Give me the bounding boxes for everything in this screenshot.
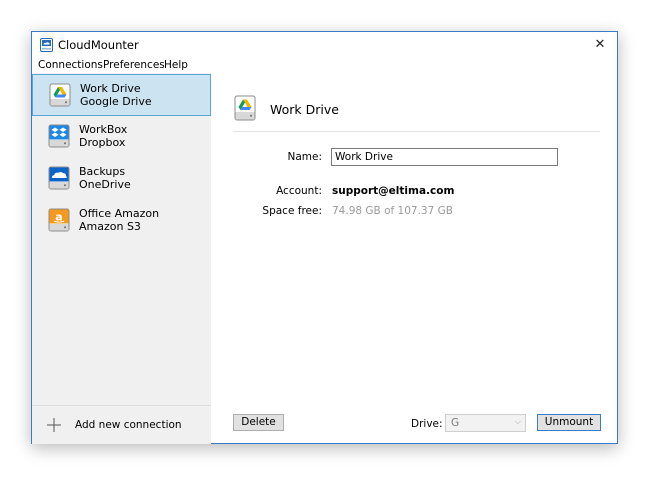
header-divider (233, 131, 600, 132)
drive-letter-select[interactable]: G ⌵ (445, 414, 526, 432)
sidebar-item-work-drive[interactable]: Work Drive Google Drive (32, 74, 211, 116)
connections-sidebar: Work Drive Google Drive WorkBox Dropbox (32, 73, 211, 444)
unmount-button[interactable]: Unmount (537, 414, 601, 431)
window-title: CloudMounter (58, 38, 139, 52)
account-label: Account: (276, 185, 322, 197)
connection-details: Work Drive Name: Account: support@eltima… (211, 73, 617, 444)
drive-letter-value: G (451, 417, 460, 429)
google-drive-icon (234, 95, 256, 121)
sidebar-item-service: Dropbox (79, 136, 126, 149)
menu-preferences[interactable]: Preferences (103, 59, 165, 71)
title-bar: CloudMounter ✕ (32, 32, 617, 58)
add-new-connection-label[interactable]: Add new connection (75, 419, 182, 431)
sidebar-item-service: OneDrive (79, 178, 131, 191)
plus-icon[interactable] (46, 417, 62, 433)
sidebar-item-office-amazon[interactable]: a Office Amazon Amazon S3 (32, 200, 211, 242)
cloudmounter-icon (40, 38, 53, 52)
space-free-label: Space free: (262, 205, 322, 217)
sidebar-item-name: Backups (79, 165, 126, 178)
close-icon[interactable]: ✕ (595, 37, 606, 52)
close-button[interactable]: ✕ (589, 34, 611, 56)
sidebar-item-service: Amazon S3 (79, 220, 141, 233)
dropbox-icon (48, 124, 70, 148)
google-drive-icon (49, 83, 71, 107)
sidebar-item-name: Work Drive (80, 82, 141, 95)
connection-title: Work Drive (270, 102, 339, 117)
sidebar-item-name: WorkBox (79, 123, 128, 136)
menu-connections[interactable]: Connections (38, 59, 103, 71)
sidebar-divider (32, 405, 211, 406)
name-input[interactable] (331, 148, 558, 166)
sidebar-item-name: Office Amazon (79, 207, 160, 220)
menu-bar: Connections Preferences Help (32, 58, 617, 73)
menu-help[interactable]: Help (164, 59, 188, 71)
sidebar-item-workbox[interactable]: WorkBox Dropbox (32, 116, 211, 158)
account-value: support@eltima.com (332, 185, 455, 197)
add-new-connection-button[interactable]: Add new connection (44, 415, 194, 437)
amazon-s3-icon: a (48, 208, 70, 232)
name-label: Name: (287, 151, 322, 163)
onedrive-icon (48, 166, 70, 190)
sidebar-item-service: Google Drive (80, 95, 152, 108)
delete-button[interactable]: Delete (233, 414, 284, 431)
chevron-down-icon[interactable]: ⌵ (515, 417, 521, 427)
drive-label: Drive: (411, 418, 443, 430)
space-free-value: 74.98 GB of 107.37 GB (332, 205, 453, 217)
sidebar-item-backups[interactable]: Backups OneDrive (32, 158, 211, 200)
cloudmounter-window: CloudMounter ✕ Connections Preferences H… (31, 31, 618, 444)
